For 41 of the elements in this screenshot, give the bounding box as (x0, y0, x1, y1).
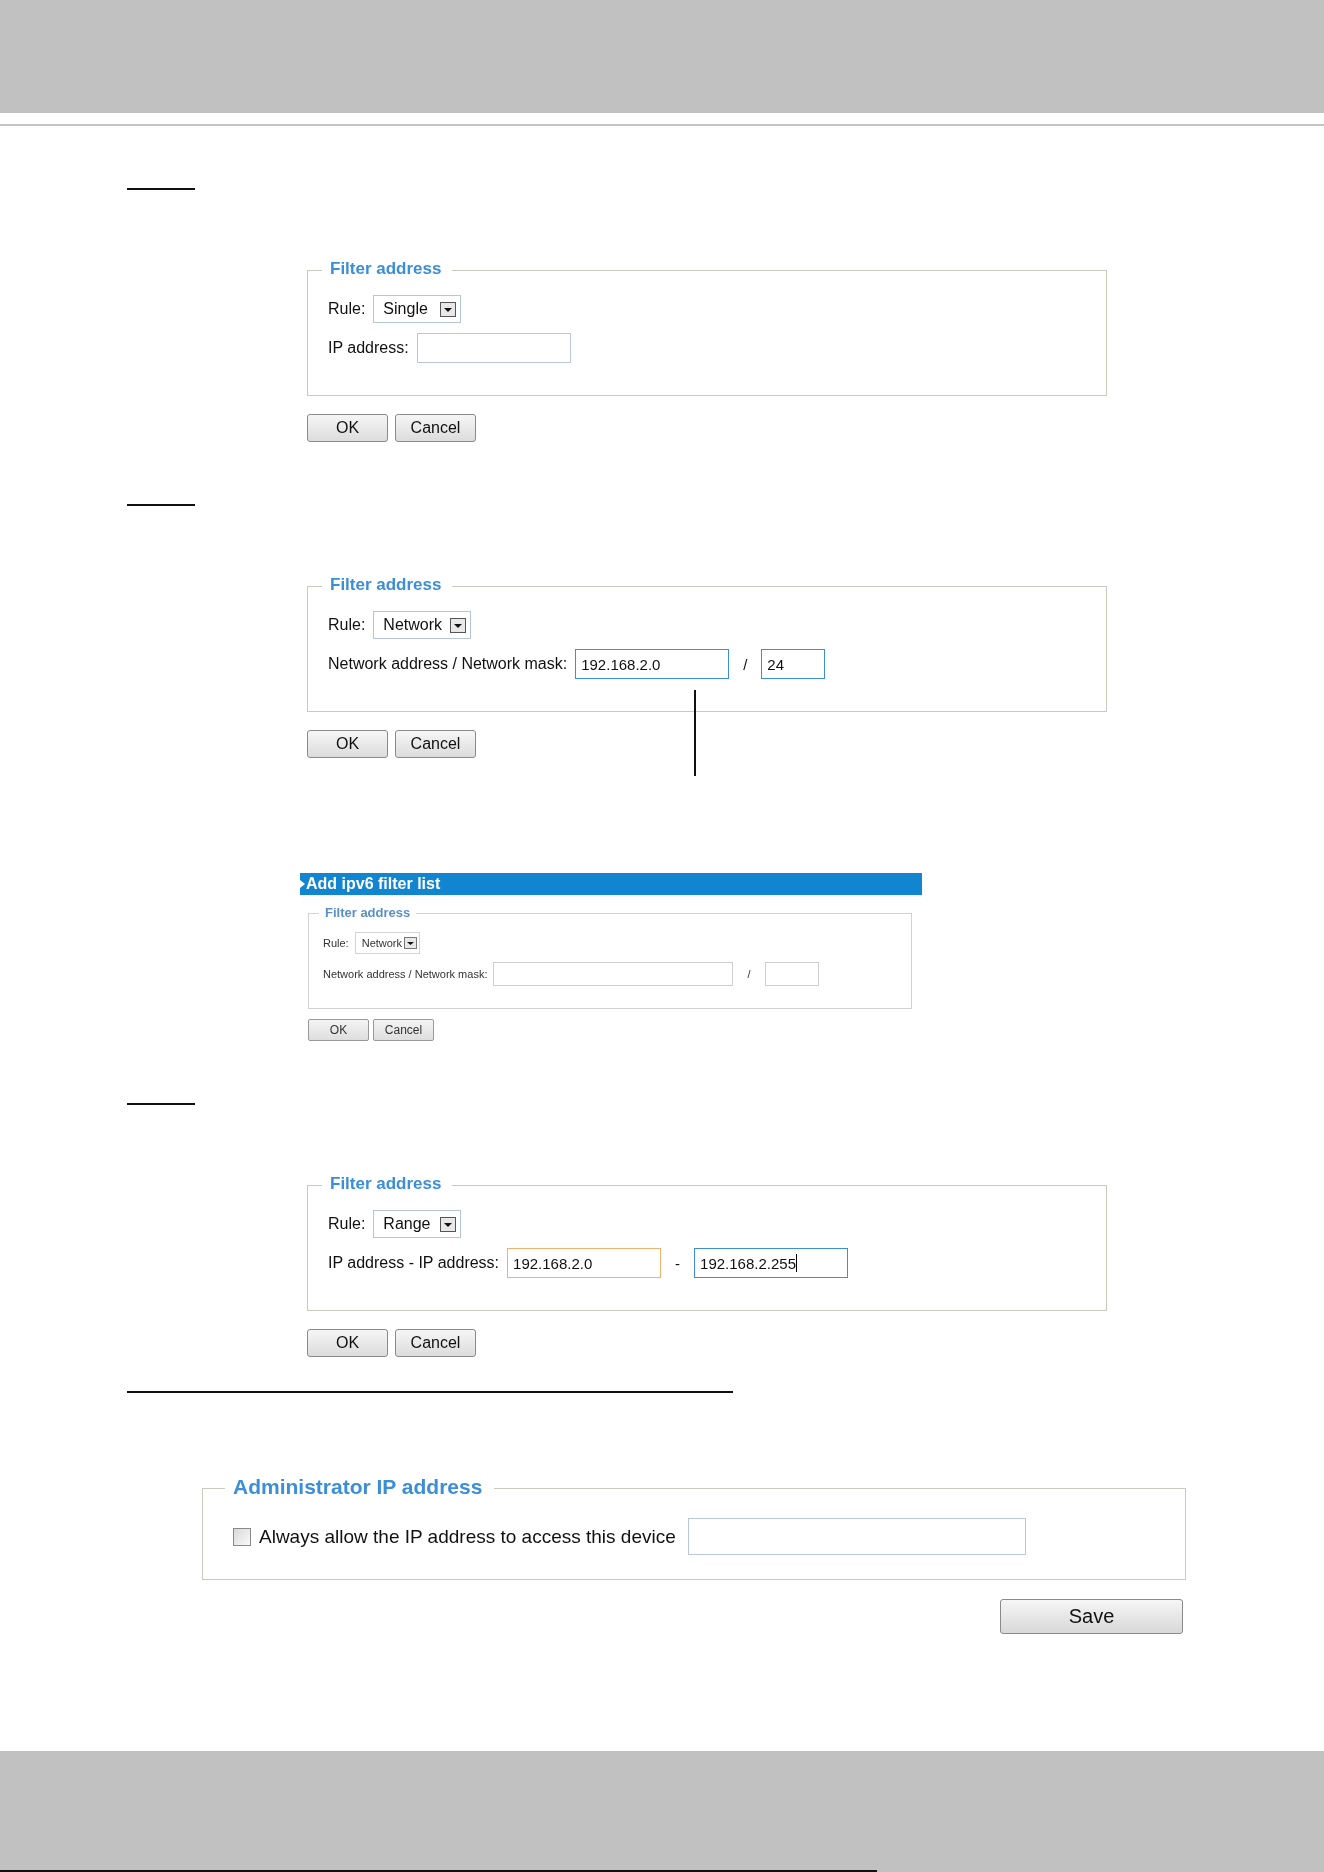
separator-text: / (743, 655, 748, 673)
cancel-button[interactable]: Cancel (395, 730, 476, 758)
text-field[interactable] (416, 333, 571, 363)
ok-button[interactable]: OK (308, 1019, 369, 1041)
rule-label: Rule: (328, 300, 366, 318)
field-label: IP address: (328, 339, 409, 357)
field-label: Network address / Network mask: (328, 655, 568, 673)
text-field[interactable]: 24 (761, 649, 826, 679)
caret-icon (440, 1216, 457, 1232)
caret-icon (440, 301, 457, 317)
cancel-button[interactable]: Cancel (395, 1329, 476, 1357)
rule-label: Rule: (328, 616, 366, 634)
rule-dropdown[interactable]: Single (373, 295, 462, 323)
panel-legend: Filter address (319, 905, 417, 920)
caret-icon (404, 937, 418, 949)
ip-address-field[interactable] (687, 1518, 1026, 1555)
panel-title: Add ipv6 filter list (306, 875, 441, 893)
text-field[interactable]: 192.168.2.0 (575, 649, 730, 679)
checkbox[interactable] (233, 1527, 251, 1546)
save-button[interactable]: Save (1000, 1599, 1183, 1634)
field-label: IP address - IP address: (328, 1254, 500, 1272)
bullet-icon (300, 880, 305, 888)
text-field[interactable] (764, 962, 819, 986)
rule-label: Rule: (328, 1215, 366, 1233)
caret-icon (450, 617, 467, 633)
rule-dropdown[interactable]: Network (373, 611, 472, 639)
text-field[interactable]: 192.168.2.0 (507, 1248, 662, 1278)
checkbox-label: Always allow the IP address to access this device (259, 1525, 676, 1548)
ok-button[interactable]: OK (307, 1329, 388, 1357)
rule-label: Rule: (323, 937, 349, 949)
rule-dropdown[interactable]: Network (354, 932, 421, 954)
cancel-button[interactable]: Cancel (373, 1019, 434, 1041)
ok-button[interactable]: OK (307, 730, 388, 758)
text-field[interactable]: 192.168.2.255 (694, 1248, 849, 1278)
separator-text: / (747, 968, 751, 980)
rule-dropdown[interactable]: Range (373, 1210, 462, 1238)
cancel-button[interactable]: Cancel (395, 414, 476, 442)
separator-text: - (675, 1254, 681, 1272)
ok-button[interactable]: OK (307, 414, 388, 442)
text-field[interactable] (493, 962, 734, 986)
field-label: Network address / Network mask: (323, 968, 488, 980)
